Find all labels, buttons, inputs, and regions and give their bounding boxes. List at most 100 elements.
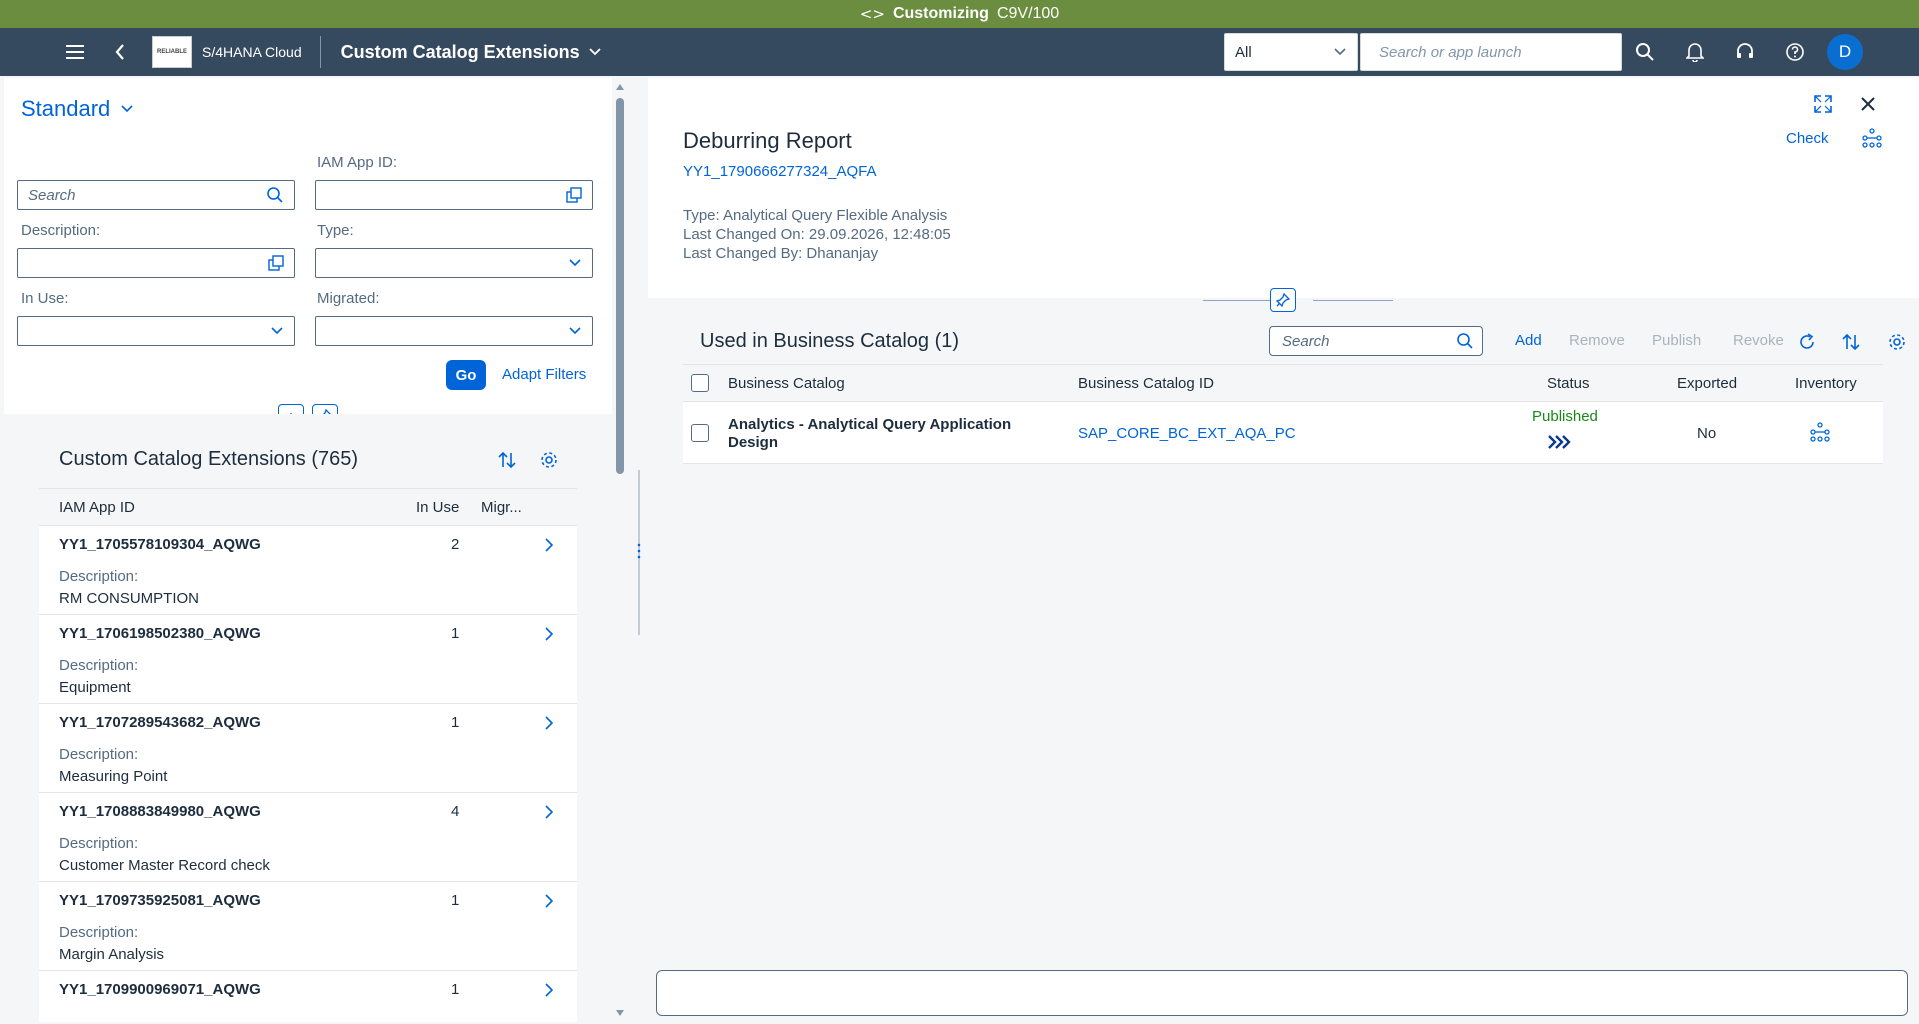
system-id: C9V/100 bbox=[996, 5, 1060, 22]
hierarchy-icon[interactable] bbox=[1810, 422, 1830, 442]
row-desc: RM CONSUMPTION bbox=[59, 590, 199, 607]
table-row[interactable]: YY1_1708883849980_AQWG 4 Description: Cu… bbox=[39, 793, 577, 882]
type-select[interactable] bbox=[315, 248, 593, 278]
in-use-select[interactable] bbox=[17, 316, 295, 346]
bell-icon[interactable] bbox=[1677, 34, 1713, 70]
catalog-toolbar: Used in Business Catalog (1) Search Add … bbox=[683, 316, 1905, 366]
settings-icon[interactable] bbox=[1887, 332, 1907, 352]
table-row[interactable]: YY1_1706198502380_AQWG 1 Description: Eq… bbox=[39, 615, 577, 704]
back-icon[interactable] bbox=[102, 34, 138, 70]
migrated-label: Migrated: bbox=[317, 290, 380, 307]
table-row[interactable]: YY1_1705578109304_AQWG 2 Description: RM… bbox=[39, 526, 577, 615]
search-icon[interactable] bbox=[1456, 332, 1474, 350]
sort-icon[interactable] bbox=[497, 450, 517, 470]
avatar[interactable]: D bbox=[1827, 34, 1863, 70]
chevron-down-icon bbox=[569, 327, 581, 335]
table-row[interactable]: YY1_1709735925081_AQWG 1 Description: Ma… bbox=[39, 882, 577, 971]
table-row[interactable]: YY1_1709900969071_AQWG 1 bbox=[39, 971, 577, 1022]
object-subtitle[interactable]: YY1_1790666277324_AQFA bbox=[683, 163, 877, 180]
in-use-label: In Use: bbox=[21, 290, 69, 307]
hierarchy-icon[interactable] bbox=[1862, 128, 1882, 148]
app-title: Custom Catalog Extensions bbox=[340, 41, 580, 62]
row-in-use: 2 bbox=[451, 536, 460, 553]
col-migrated[interactable]: Migr... bbox=[481, 499, 522, 516]
table-row[interactable]: Analytics - Analytical Query Application… bbox=[683, 402, 1883, 464]
remove-button[interactable]: Remove bbox=[1569, 332, 1625, 349]
chevron-right-icon[interactable] bbox=[543, 803, 555, 821]
company-logo[interactable]: RELIABLE bbox=[152, 36, 192, 68]
help-icon[interactable] bbox=[1777, 34, 1813, 70]
splitter-grip-icon[interactable] bbox=[636, 542, 642, 560]
search-placeholder: Search bbox=[28, 186, 76, 204]
row-checkbox[interactable] bbox=[691, 424, 709, 442]
app-title-menu[interactable]: Custom Catalog Extensions bbox=[341, 42, 602, 63]
menu-icon[interactable] bbox=[58, 34, 94, 70]
list-panel: Standard Search IAM App ID: Description:… bbox=[4, 78, 612, 1022]
search-input[interactable]: Search bbox=[17, 180, 295, 210]
extensions-list: Custom Catalog Extensions (765) IAM App … bbox=[39, 414, 577, 1022]
catalog-name-line2: Design bbox=[728, 434, 779, 451]
revoke-button[interactable]: Revoke bbox=[1733, 332, 1784, 349]
value-help-icon[interactable] bbox=[268, 255, 284, 271]
headset-icon[interactable] bbox=[1727, 34, 1763, 70]
row-desc: Margin Analysis bbox=[59, 946, 165, 963]
catalog-name-line1: Analytics - Analytical Query Application bbox=[728, 416, 1012, 433]
catalog-search-input[interactable]: Search bbox=[1269, 326, 1483, 356]
sort-icon[interactable] bbox=[1841, 332, 1861, 352]
shell-divider bbox=[319, 36, 321, 68]
table-row[interactable]: YY1_1707289543682_AQWG 1 Description: Me… bbox=[39, 704, 577, 793]
row-desc: Measuring Point bbox=[59, 768, 168, 785]
close-icon[interactable] bbox=[1860, 96, 1876, 112]
col-in-use[interactable]: In Use bbox=[416, 499, 459, 516]
col-inventory[interactable]: Inventory bbox=[1795, 375, 1857, 392]
chevron-right-icon[interactable] bbox=[543, 892, 555, 910]
catalog-id-link[interactable]: SAP_CORE_BC_EXT_AQA_PC bbox=[1078, 425, 1296, 442]
settings-icon[interactable] bbox=[539, 450, 559, 470]
chevron-right-icon[interactable] bbox=[543, 981, 555, 999]
description-label: Description: bbox=[21, 222, 101, 239]
col-business-catalog[interactable]: Business Catalog bbox=[728, 375, 845, 392]
go-button[interactable]: Go bbox=[446, 360, 486, 390]
chevron-down-icon bbox=[569, 259, 581, 267]
row-desc-label: Description: bbox=[59, 657, 139, 674]
row-id: YY1_1706198502380_AQWG bbox=[59, 625, 261, 642]
select-all-checkbox[interactable] bbox=[691, 374, 709, 392]
search-icon[interactable] bbox=[1627, 34, 1663, 70]
iam-app-id-field[interactable] bbox=[315, 180, 593, 210]
double-chevron-right-icon[interactable] bbox=[1547, 434, 1571, 450]
col-business-catalog-id[interactable]: Business Catalog ID bbox=[1078, 375, 1214, 392]
description-field[interactable] bbox=[17, 248, 295, 278]
object-header: Deburring Report YY1_1790666277324_AQFA … bbox=[648, 78, 1919, 298]
chevron-right-icon[interactable] bbox=[543, 536, 555, 554]
catalog-table-title: Used in Business Catalog (1) bbox=[700, 330, 960, 352]
variant-selector[interactable]: Standard bbox=[21, 96, 134, 122]
search-scope-select[interactable]: All bbox=[1224, 33, 1358, 71]
catalog-table-header: Business Catalog Business Catalog ID Sta… bbox=[683, 364, 1883, 402]
refresh-icon[interactable] bbox=[1797, 332, 1817, 352]
fullscreen-icon[interactable] bbox=[1813, 94, 1833, 114]
search-icon[interactable] bbox=[266, 186, 284, 204]
iam-app-id-label: IAM App ID: bbox=[317, 154, 398, 171]
shell-search-input[interactable]: Search or app launch bbox=[1360, 33, 1622, 71]
migrated-select[interactable] bbox=[315, 316, 593, 346]
chevron-right-icon[interactable] bbox=[543, 625, 555, 643]
scope-value: All bbox=[1235, 43, 1252, 61]
adapt-filters-button[interactable]: Adapt Filters bbox=[502, 366, 586, 383]
row-desc-label: Description: bbox=[59, 924, 139, 941]
environment-bar: <> Customizing C9V/100 bbox=[0, 0, 1919, 28]
scrollbar-thumb[interactable] bbox=[616, 98, 624, 474]
value-help-icon[interactable] bbox=[566, 187, 582, 203]
detail-panel: Deburring Report YY1_1790666277324_AQFA … bbox=[648, 78, 1919, 1024]
col-exported[interactable]: Exported bbox=[1677, 375, 1737, 392]
add-button[interactable]: Add bbox=[1515, 332, 1542, 349]
row-desc-label: Description: bbox=[59, 568, 139, 585]
publish-button[interactable]: Publish bbox=[1652, 332, 1701, 349]
col-iam-app-id[interactable]: IAM App ID bbox=[59, 499, 135, 516]
col-status[interactable]: Status bbox=[1547, 375, 1590, 392]
check-button[interactable]: Check bbox=[1786, 130, 1829, 147]
pin-header-button[interactable] bbox=[1270, 288, 1296, 312]
last-changed-on: Last Changed On: 29.09.2026, 12:48:05 bbox=[683, 226, 951, 243]
environment-label: Customizing bbox=[892, 5, 989, 22]
chevron-right-icon[interactable] bbox=[543, 714, 555, 732]
chevron-down-icon bbox=[1334, 48, 1346, 56]
